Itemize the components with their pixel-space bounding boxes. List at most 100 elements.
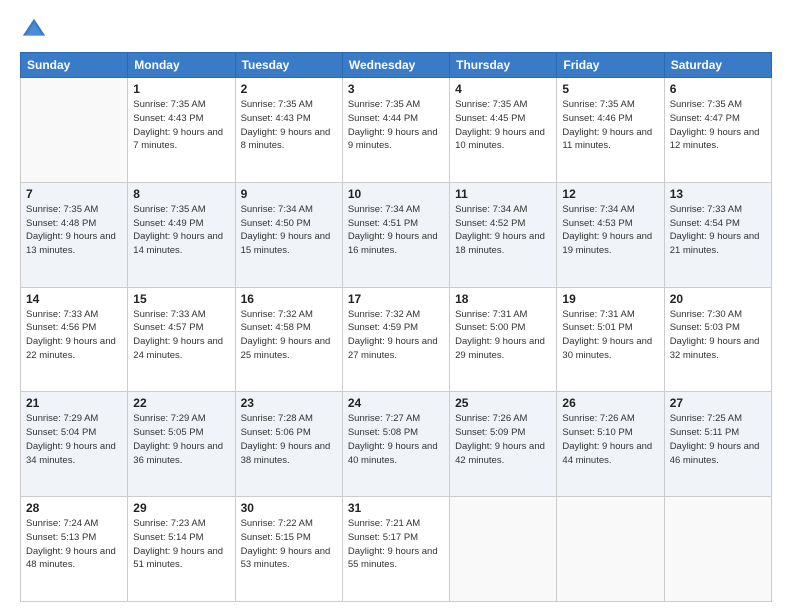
- day-info: Sunrise: 7:34 AM Sunset: 4:52 PM Dayligh…: [455, 203, 551, 258]
- day-number: 15: [133, 292, 229, 306]
- day-number: 9: [241, 187, 337, 201]
- table-row: 3 Sunrise: 7:35 AM Sunset: 4:44 PM Daylig…: [342, 78, 449, 183]
- day-info: Sunrise: 7:25 AM Sunset: 5:11 PM Dayligh…: [670, 412, 766, 467]
- table-row: 2 Sunrise: 7:35 AM Sunset: 4:43 PM Daylig…: [235, 78, 342, 183]
- table-row: 14 Sunrise: 7:33 AM Sunset: 4:56 PM Dayli…: [21, 287, 128, 392]
- calendar-header-row: Sunday Monday Tuesday Wednesday Thursday…: [21, 53, 772, 78]
- table-row: 24 Sunrise: 7:27 AM Sunset: 5:08 PM Dayli…: [342, 392, 449, 497]
- day-info: Sunrise: 7:33 AM Sunset: 4:56 PM Dayligh…: [26, 308, 122, 363]
- day-info: Sunrise: 7:35 AM Sunset: 4:43 PM Dayligh…: [241, 98, 337, 153]
- table-row: [450, 497, 557, 602]
- table-row: 25 Sunrise: 7:26 AM Sunset: 5:09 PM Dayli…: [450, 392, 557, 497]
- day-number: 29: [133, 501, 229, 515]
- day-number: 28: [26, 501, 122, 515]
- day-info: Sunrise: 7:31 AM Sunset: 5:00 PM Dayligh…: [455, 308, 551, 363]
- day-number: 19: [562, 292, 658, 306]
- day-number: 14: [26, 292, 122, 306]
- day-number: 24: [348, 396, 444, 410]
- table-row: 22 Sunrise: 7:29 AM Sunset: 5:05 PM Dayli…: [128, 392, 235, 497]
- day-info: Sunrise: 7:27 AM Sunset: 5:08 PM Dayligh…: [348, 412, 444, 467]
- calendar-table: Sunday Monday Tuesday Wednesday Thursday…: [20, 52, 772, 602]
- day-number: 21: [26, 396, 122, 410]
- logo: [20, 16, 52, 44]
- day-number: 17: [348, 292, 444, 306]
- day-number: 3: [348, 82, 444, 96]
- day-number: 2: [241, 82, 337, 96]
- logo-icon: [20, 16, 48, 44]
- day-number: 31: [348, 501, 444, 515]
- col-wednesday: Wednesday: [342, 53, 449, 78]
- header: [20, 16, 772, 44]
- day-info: Sunrise: 7:34 AM Sunset: 4:51 PM Dayligh…: [348, 203, 444, 258]
- table-row: 4 Sunrise: 7:35 AM Sunset: 4:45 PM Daylig…: [450, 78, 557, 183]
- day-info: Sunrise: 7:24 AM Sunset: 5:13 PM Dayligh…: [26, 517, 122, 572]
- table-row: [21, 78, 128, 183]
- table-row: 26 Sunrise: 7:26 AM Sunset: 5:10 PM Dayli…: [557, 392, 664, 497]
- table-row: [664, 497, 771, 602]
- day-info: Sunrise: 7:35 AM Sunset: 4:49 PM Dayligh…: [133, 203, 229, 258]
- day-number: 16: [241, 292, 337, 306]
- day-info: Sunrise: 7:31 AM Sunset: 5:01 PM Dayligh…: [562, 308, 658, 363]
- table-row: 21Sunrise: 7:29 AM Sunset: 5:04 PM Dayli…: [21, 392, 128, 497]
- day-info: Sunrise: 7:26 AM Sunset: 5:09 PM Dayligh…: [455, 412, 551, 467]
- day-info: Sunrise: 7:35 AM Sunset: 4:43 PM Dayligh…: [133, 98, 229, 153]
- day-info: Sunrise: 7:33 AM Sunset: 4:54 PM Dayligh…: [670, 203, 766, 258]
- day-number: 13: [670, 187, 766, 201]
- col-saturday: Saturday: [664, 53, 771, 78]
- day-number: 26: [562, 396, 658, 410]
- day-info: Sunrise: 7:22 AM Sunset: 5:15 PM Dayligh…: [241, 517, 337, 572]
- col-monday: Monday: [128, 53, 235, 78]
- day-number: 18: [455, 292, 551, 306]
- day-number: 27: [670, 396, 766, 410]
- table-row: 7Sunrise: 7:35 AM Sunset: 4:48 PM Daylig…: [21, 182, 128, 287]
- table-row: 13 Sunrise: 7:33 AM Sunset: 4:54 PM Dayli…: [664, 182, 771, 287]
- day-info: Sunrise: 7:35 AM Sunset: 4:46 PM Dayligh…: [562, 98, 658, 153]
- day-number: 6: [670, 82, 766, 96]
- col-thursday: Thursday: [450, 53, 557, 78]
- table-row: 23 Sunrise: 7:28 AM Sunset: 5:06 PM Dayli…: [235, 392, 342, 497]
- table-row: 27 Sunrise: 7:25 AM Sunset: 5:11 PM Dayli…: [664, 392, 771, 497]
- day-number: 12: [562, 187, 658, 201]
- table-row: 20Sunrise: 7:30 AM Sunset: 5:03 PM Dayli…: [664, 287, 771, 392]
- table-row: 30 Sunrise: 7:22 AM Sunset: 5:15 PM Dayli…: [235, 497, 342, 602]
- day-number: 23: [241, 396, 337, 410]
- table-row: 18 Sunrise: 7:31 AM Sunset: 5:00 PM Dayli…: [450, 287, 557, 392]
- day-number: 4: [455, 82, 551, 96]
- table-row: 8Sunrise: 7:35 AM Sunset: 4:49 PM Daylig…: [128, 182, 235, 287]
- table-row: 9 Sunrise: 7:34 AM Sunset: 4:50 PM Daylig…: [235, 182, 342, 287]
- day-info: Sunrise: 7:33 AM Sunset: 4:57 PM Dayligh…: [133, 308, 229, 363]
- table-row: 11 Sunrise: 7:34 AM Sunset: 4:52 PM Dayli…: [450, 182, 557, 287]
- table-row: 6Sunrise: 7:35 AM Sunset: 4:47 PM Daylig…: [664, 78, 771, 183]
- table-row: [557, 497, 664, 602]
- day-info: Sunrise: 7:34 AM Sunset: 4:53 PM Dayligh…: [562, 203, 658, 258]
- day-number: 1: [133, 82, 229, 96]
- day-number: 10: [348, 187, 444, 201]
- day-info: Sunrise: 7:32 AM Sunset: 4:59 PM Dayligh…: [348, 308, 444, 363]
- day-number: 7: [26, 187, 122, 201]
- day-number: 5: [562, 82, 658, 96]
- day-number: 11: [455, 187, 551, 201]
- day-info: Sunrise: 7:28 AM Sunset: 5:06 PM Dayligh…: [241, 412, 337, 467]
- table-row: 28 Sunrise: 7:24 AM Sunset: 5:13 PM Dayli…: [21, 497, 128, 602]
- day-info: Sunrise: 7:34 AM Sunset: 4:50 PM Dayligh…: [241, 203, 337, 258]
- col-tuesday: Tuesday: [235, 53, 342, 78]
- day-info: Sunrise: 7:21 AM Sunset: 5:17 PM Dayligh…: [348, 517, 444, 572]
- day-number: 25: [455, 396, 551, 410]
- day-info: Sunrise: 7:32 AM Sunset: 4:58 PM Dayligh…: [241, 308, 337, 363]
- day-info: Sunrise: 7:26 AM Sunset: 5:10 PM Dayligh…: [562, 412, 658, 467]
- day-info: Sunrise: 7:29 AM Sunset: 5:05 PM Dayligh…: [133, 412, 229, 467]
- table-row: 29Sunrise: 7:23 AM Sunset: 5:14 PM Dayli…: [128, 497, 235, 602]
- col-friday: Friday: [557, 53, 664, 78]
- day-number: 30: [241, 501, 337, 515]
- table-row: 19 Sunrise: 7:31 AM Sunset: 5:01 PM Dayli…: [557, 287, 664, 392]
- page: Sunday Monday Tuesday Wednesday Thursday…: [0, 0, 792, 612]
- table-row: 17 Sunrise: 7:32 AM Sunset: 4:59 PM Dayli…: [342, 287, 449, 392]
- day-number: 22: [133, 396, 229, 410]
- day-info: Sunrise: 7:35 AM Sunset: 4:44 PM Dayligh…: [348, 98, 444, 153]
- table-row: 10 Sunrise: 7:34 AM Sunset: 4:51 PM Dayli…: [342, 182, 449, 287]
- table-row: 12 Sunrise: 7:34 AM Sunset: 4:53 PM Dayli…: [557, 182, 664, 287]
- day-number: 20: [670, 292, 766, 306]
- day-info: Sunrise: 7:35 AM Sunset: 4:45 PM Dayligh…: [455, 98, 551, 153]
- table-row: 15 Sunrise: 7:33 AM Sunset: 4:57 PM Dayli…: [128, 287, 235, 392]
- table-row: 5 Sunrise: 7:35 AM Sunset: 4:46 PM Daylig…: [557, 78, 664, 183]
